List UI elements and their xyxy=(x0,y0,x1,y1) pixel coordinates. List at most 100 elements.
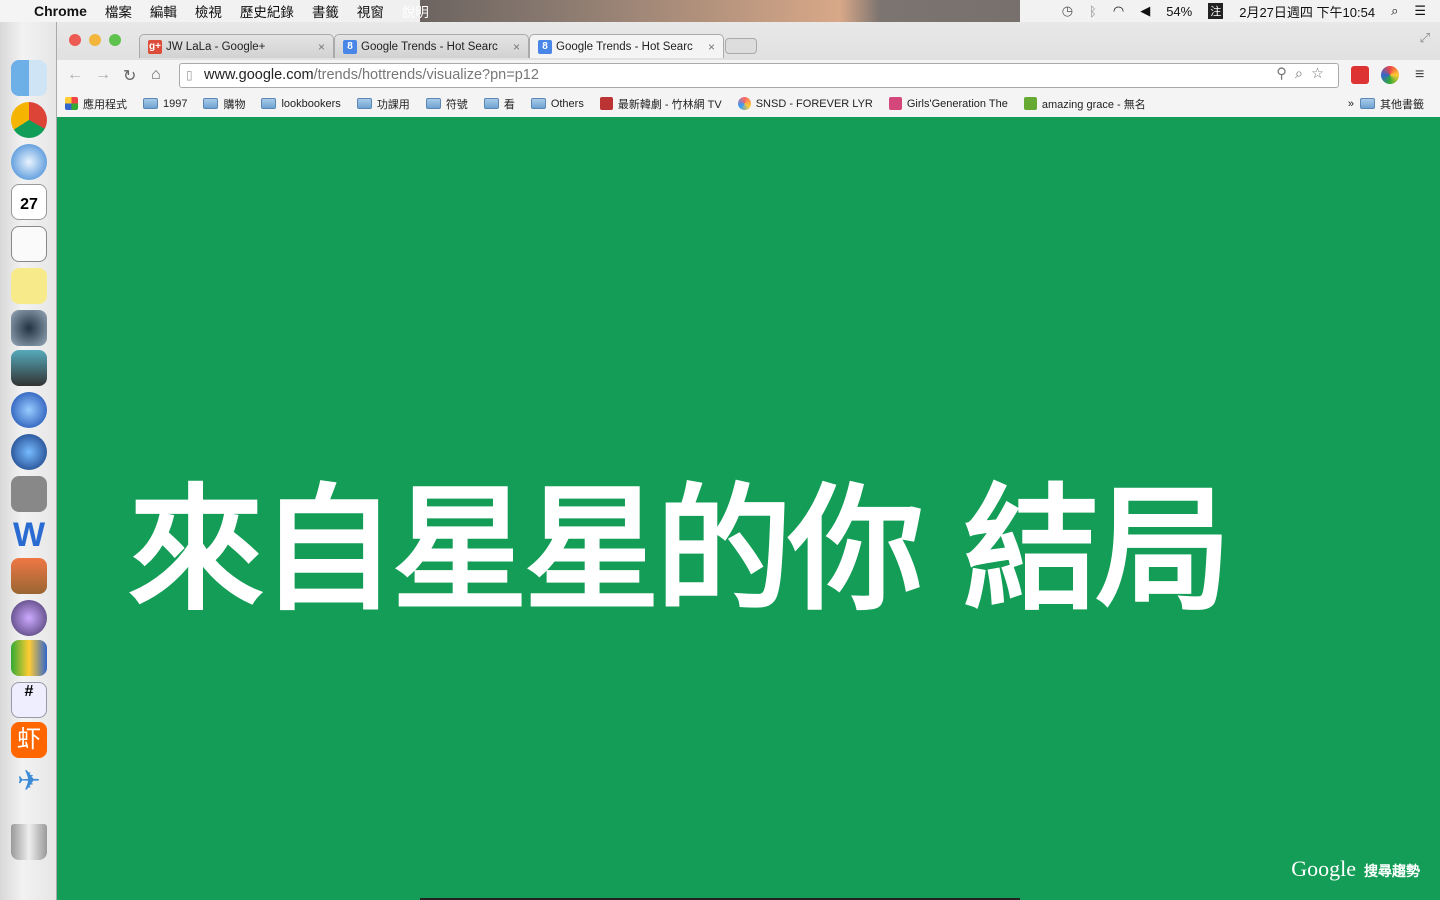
bookmarks-overflow-button[interactable]: » xyxy=(1348,98,1354,110)
menu-view[interactable]: 檢視 xyxy=(195,1,222,21)
app-store-icon[interactable] xyxy=(11,434,47,470)
notes-icon[interactable] xyxy=(11,268,47,304)
bookmark-star-icon[interactable]: ⚲⌕☆ xyxy=(1276,66,1332,82)
bookmark-link[interactable]: Girls'Generation The xyxy=(888,97,1008,110)
extension-icon[interactable] xyxy=(1351,66,1369,84)
calendar-icon[interactable]: 27 xyxy=(11,184,47,220)
bluetooth-icon[interactable]: ᛒ xyxy=(1089,4,1097,19)
menu-history[interactable]: 歷史紀錄 xyxy=(240,1,294,21)
forward-button[interactable]: → xyxy=(95,66,111,84)
bookmark-apps[interactable]: 應用程式 xyxy=(65,96,127,112)
close-tab-icon[interactable]: × xyxy=(513,40,520,54)
chrome-icon[interactable] xyxy=(11,102,47,138)
google-favicon-icon: 8 xyxy=(538,39,552,54)
bird-app-icon[interactable]: ✈ xyxy=(11,764,47,800)
bookmark-label: 應用程式 xyxy=(83,98,127,111)
menu-help[interactable]: 說明 xyxy=(402,1,429,21)
finder-icon[interactable] xyxy=(11,60,47,96)
url-path: /trends/hottrends/visualize?pn=p12 xyxy=(313,67,539,83)
menu-bookmarks[interactable]: 書籤 xyxy=(312,1,339,21)
close-window-button[interactable] xyxy=(69,34,81,46)
menu-file[interactable]: 檔案 xyxy=(105,1,132,21)
google-wordmark: Google xyxy=(1291,856,1356,881)
hashtag-app-icon[interactable]: # xyxy=(11,682,47,718)
dock: 27 W # 虾 ✈ xyxy=(0,22,57,900)
bookmark-folder[interactable]: 購物 xyxy=(203,96,245,112)
bookmark-label: 功課用 xyxy=(376,98,410,111)
word-icon[interactable]: W xyxy=(11,516,47,554)
apps-icon xyxy=(65,97,78,110)
trends-label: 搜尋趨勢 xyxy=(1364,863,1420,879)
tab-title: JW LaLa - Google+ xyxy=(166,40,266,53)
bookmark-link[interactable]: 最新韓劇 - 竹林網 TV xyxy=(599,96,722,112)
home-button[interactable]: ⌂ xyxy=(151,66,161,84)
battery-status[interactable]: 54% xyxy=(1166,4,1192,19)
bookmark-label: SNSD - FOREVER LYR xyxy=(755,97,873,110)
folder-icon xyxy=(483,98,499,109)
snsd-icon xyxy=(737,97,751,110)
folder-icon xyxy=(261,98,277,109)
tab-google-trends-1[interactable]: 8 Google Trends - Hot Searc × xyxy=(334,34,529,58)
time-machine-icon[interactable]: ◷ xyxy=(1062,3,1073,19)
bookmark-folder[interactable]: lookbookers xyxy=(261,98,341,110)
google-trends-logo: Google 搜尋趨勢 xyxy=(1291,856,1420,882)
extension-icon-2[interactable] xyxy=(1381,66,1399,84)
clock[interactable]: 2月27日週四 下午10:54 xyxy=(1239,2,1375,21)
bookmark-folder[interactable]: 功課用 xyxy=(356,96,410,112)
bookmark-folder[interactable]: Others xyxy=(530,97,584,110)
page-icon: ▯ xyxy=(186,68,193,82)
numbers-icon[interactable] xyxy=(11,640,47,676)
volume-icon[interactable]: ◀ xyxy=(1140,3,1150,19)
menu-bar: Chrome 檔案 編輯 檢視 歷史紀錄 書籤 視窗 說明 ◷ ᛒ ◠ ◀ 54… xyxy=(0,0,1440,22)
tab-google-plus[interactable]: g+ JW LaLa - Google+ × xyxy=(139,34,334,58)
iphoto-icon[interactable] xyxy=(11,350,47,386)
close-tab-icon[interactable]: × xyxy=(318,40,325,54)
trash-icon[interactable] xyxy=(11,824,47,860)
bookmark-link[interactable]: amazing grace - 無名 xyxy=(1023,96,1146,112)
folder-icon xyxy=(356,98,372,109)
trending-search-headline: 來自星星的你 結局 xyxy=(128,472,1231,630)
bookmark-folder[interactable]: 符號 xyxy=(425,96,468,112)
other-bookmarks[interactable]: 其他書籤 xyxy=(1360,96,1424,112)
google-plus-icon: g+ xyxy=(148,39,162,54)
wifi-icon[interactable]: ◠ xyxy=(1113,3,1124,19)
keynote-icon[interactable] xyxy=(11,558,47,594)
safari-icon[interactable] xyxy=(11,144,47,180)
bookmark-label: amazing grace - 無名 xyxy=(1041,98,1146,111)
bookmark-folder[interactable]: 1997 xyxy=(143,98,187,110)
tab-google-trends-2[interactable]: 8 Google Trends - Hot Searc × xyxy=(529,34,724,58)
reminders-icon[interactable] xyxy=(11,226,47,262)
pink-site-icon xyxy=(888,97,902,110)
bookmark-label: 看 xyxy=(503,98,515,111)
menu-edit[interactable]: 編輯 xyxy=(150,1,177,21)
folder-icon xyxy=(425,98,441,109)
facetime-icon[interactable] xyxy=(11,310,47,346)
bookmark-link[interactable]: SNSD - FOREVER LYR xyxy=(737,97,873,110)
close-tab-icon[interactable]: × xyxy=(708,40,715,54)
chrome-menu-icon[interactable]: ≡ xyxy=(1415,66,1424,84)
bookmark-label: Girls'Generation The xyxy=(906,97,1008,110)
itunes-icon[interactable] xyxy=(11,392,47,428)
notification-center-icon[interactable]: ☰ xyxy=(1414,3,1426,19)
back-button[interactable]: ← xyxy=(67,66,83,84)
fullscreen-icon[interactable]: ⤢ xyxy=(1420,30,1430,46)
address-bar[interactable]: ▯ www.google.com/trends/hottrends/visual… xyxy=(179,63,1339,88)
folder-icon xyxy=(143,98,158,109)
xiami-icon[interactable]: 虾 xyxy=(11,722,47,758)
new-tab-button[interactable] xyxy=(725,38,757,54)
folder-icon xyxy=(203,98,219,109)
reload-button[interactable]: ↻ xyxy=(123,66,136,86)
bookmark-folder[interactable]: 看 xyxy=(483,96,515,112)
zoom-window-button[interactable] xyxy=(109,34,121,46)
system-preferences-icon[interactable] xyxy=(11,476,47,512)
pen-app-icon[interactable] xyxy=(11,600,47,636)
input-method-icon[interactable]: 注 xyxy=(1208,3,1224,19)
bookmark-label: Others xyxy=(550,97,584,110)
minimize-window-button[interactable] xyxy=(89,34,101,46)
menu-app[interactable]: Chrome xyxy=(34,3,87,19)
spotlight-icon[interactable]: ⌕ xyxy=(1391,3,1398,19)
menu-window[interactable]: 視窗 xyxy=(357,1,384,21)
url-host: www.google.com xyxy=(204,67,314,83)
folder-icon xyxy=(1360,98,1375,109)
bookmark-label: 其他書籤 xyxy=(1380,98,1424,111)
